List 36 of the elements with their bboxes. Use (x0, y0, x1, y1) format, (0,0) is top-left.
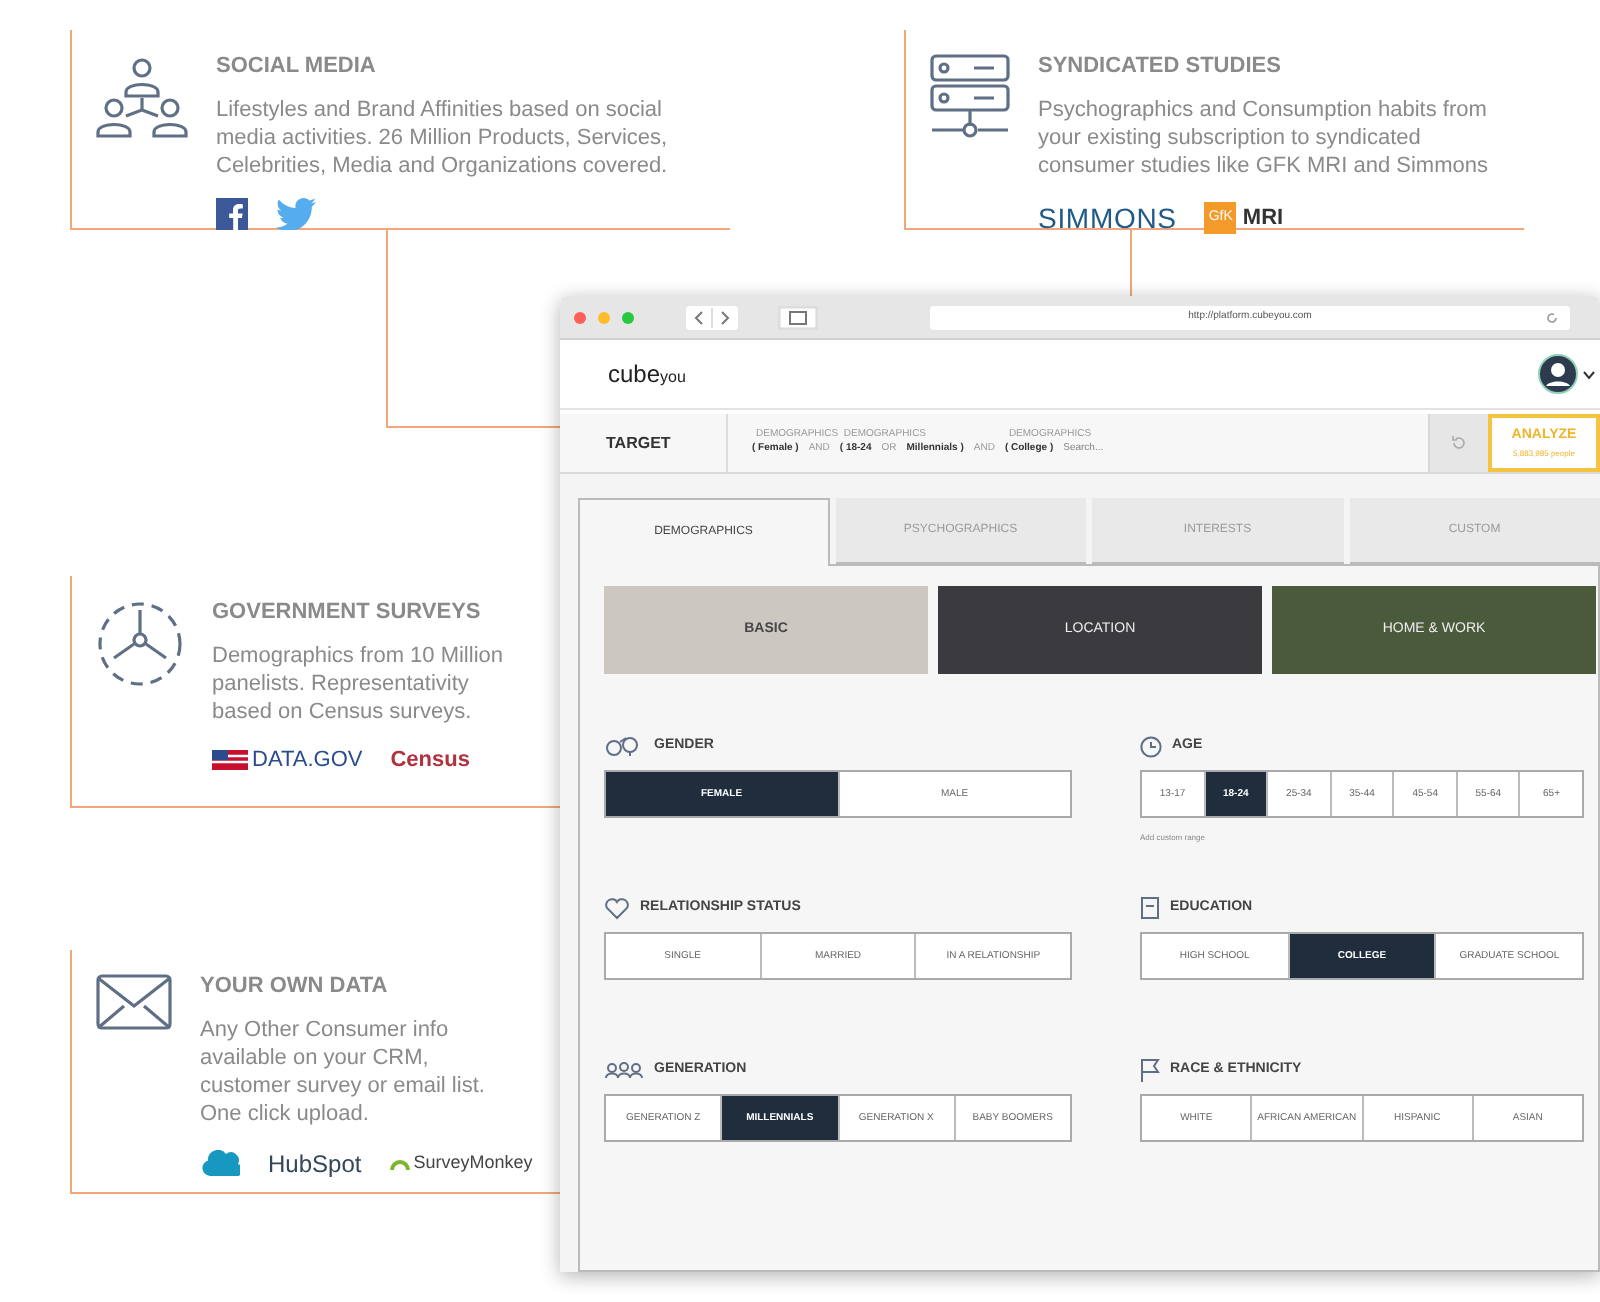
census-logo: Census (390, 745, 470, 775)
cubeyou-logo: cubeyou (608, 358, 686, 392)
server-icon (930, 54, 1010, 142)
simmons-logo: SIMMONS (1038, 199, 1177, 237)
card-description: Any Other Consumer info available on your CRM, customer survey or email list. One click upload. (200, 1015, 487, 1127)
heart-icon (604, 897, 630, 919)
arc-icon (389, 1157, 410, 1169)
card-description: Lifestyles and Brand Affinities based on social media activities. 26 Million Products, Services, Celebrities, Media and Organizations covered. (216, 95, 670, 179)
back-forward-buttons[interactable] (686, 305, 738, 329)
card-title: YOUR OWN DATA (200, 972, 390, 1002)
surveymonkey-logo: SurveyMonkey (413, 1149, 533, 1176)
mri-label: MRI (1242, 203, 1284, 234)
datagov-logo: DATA.GOV (252, 745, 363, 775)
gender-symbols-icon (604, 736, 644, 756)
card-title: GOVERNMENT SURVEYS (212, 598, 483, 628)
people-network-icon (96, 54, 188, 142)
card-title: SOCIAL MEDIA (216, 52, 378, 82)
envelope-icon (96, 974, 172, 1030)
target-label: TARGET (606, 431, 671, 455)
card-description: Psychographics and Consumption habits from your existing subscription to syndicated consumer studies like GFK MRI and Simmons (1038, 95, 1490, 179)
group-icon (604, 1060, 644, 1080)
clock-icon (1140, 735, 1162, 757)
hubspot-logo: HubSpot (268, 1147, 362, 1181)
flag-icon (212, 749, 248, 770)
card-title: SYNDICATED STUDIES (1038, 52, 1283, 82)
avatar-icon (1538, 354, 1578, 394)
card-description: Demographics from 10 Million panelists. Representativity based on Census surveys. (212, 641, 505, 725)
sidebar-icon[interactable] (778, 305, 818, 329)
cloud-icon (200, 1150, 240, 1176)
reset-icon (1450, 434, 1468, 452)
chevron-down-icon (1582, 369, 1596, 379)
reload-icon[interactable] (1546, 311, 1558, 323)
facebook-icon (216, 197, 248, 229)
flag-outline-icon (1140, 1058, 1160, 1082)
wind-turbine-icon (96, 600, 184, 688)
bird-icon (276, 197, 316, 229)
